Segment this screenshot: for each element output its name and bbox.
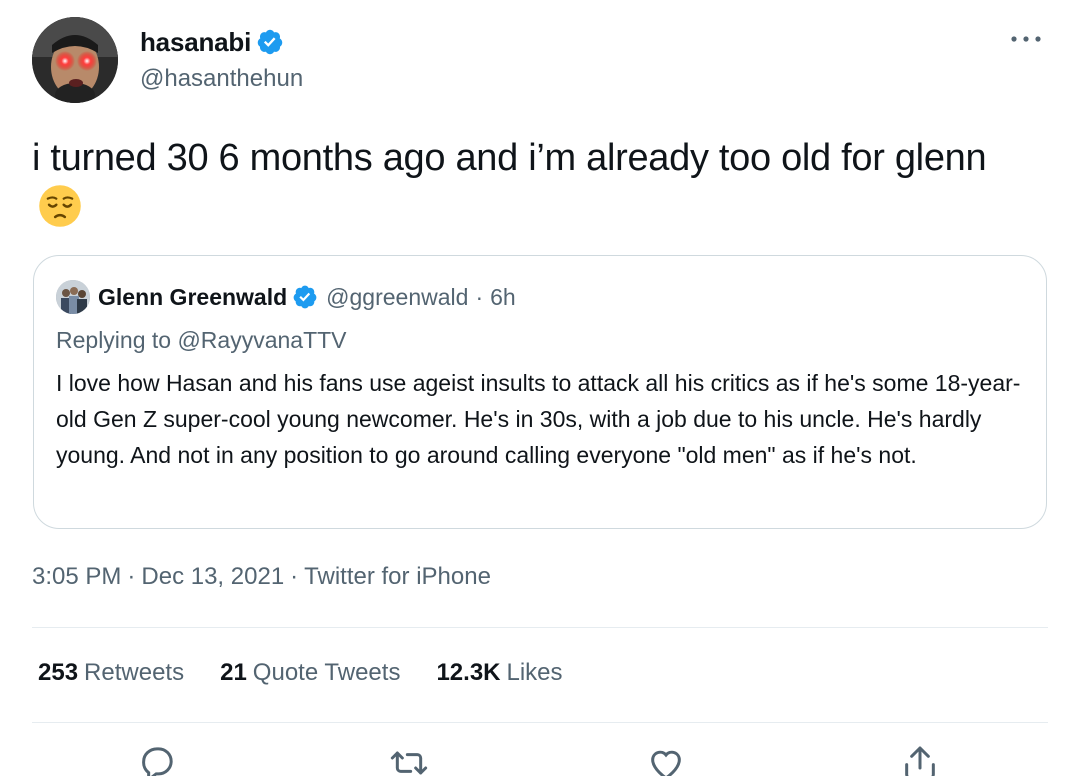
quote-tweets-label: Quote Tweets [252,659,401,686]
quoted-tweet-text: I love how Hasan and his fans use ageist… [56,370,1021,468]
verified-badge-icon [257,29,283,55]
more-icon[interactable] [1006,24,1046,54]
tweet-meta: 3:05 PM · Dec 13, 2021 · Twitter for iPhone [32,563,491,591]
quoted-verified-badge-icon [293,285,317,309]
divider [32,627,1048,628]
like-icon[interactable] [646,743,686,776]
tweet-text-content: i turned 30 6 months ago and i’m already… [32,137,987,179]
quoted-handle: @ggreenwald [326,283,469,310]
avatar[interactable] [32,17,118,103]
quoted-display-name: Glenn Greenwald [98,283,288,310]
retweets-stat[interactable]: 253 Retweets [38,659,184,687]
quote-tweets-stat[interactable]: 21 Quote Tweets [220,659,400,687]
quoted-avatar-image [56,280,90,314]
avatar-image [32,17,118,103]
tweet-stats: 253 Retweets 21 Quote Tweets 12.3K Likes [38,659,599,687]
tweet-time[interactable]: 3:05 PM [32,563,121,590]
tweet-date[interactable]: Dec 13, 2021 [141,563,284,590]
tweet-source[interactable]: Twitter for iPhone [304,563,491,590]
quoted-separator: · [475,283,484,310]
quoted-avatar[interactable] [56,280,90,314]
tweet: hasanabi @hasanthehun i turned 30 6 mont… [0,0,1070,776]
likes-label: Likes [506,659,563,686]
likes-stat[interactable]: 12.3K Likes [436,659,562,687]
author-handle[interactable]: @hasanthehun [140,65,303,93]
likes-count: 12.3K [436,659,501,686]
quoted-time: 6h [490,283,516,310]
divider [32,722,1048,723]
author-display-name[interactable]: hasanabi [140,27,251,58]
retweets-count: 253 [38,659,79,686]
meta-separator: · [290,563,299,590]
display-name-row: hasanabi [140,26,303,58]
meta-separator: · [127,563,136,590]
pensive-face-icon [39,185,81,227]
retweet-icon[interactable] [389,743,429,776]
quoted-tweet-card[interactable]: Glenn Greenwald @ggreenwald · 6h Replyin… [33,255,1047,529]
quoted-tweet-header: Glenn Greenwald @ggreenwald · 6h [56,280,516,314]
replying-to: Replying to @RayyvanaTTV [56,327,347,353]
tweet-text: i turned 30 6 months ago and i’m already… [32,133,1032,233]
quote-tweets-count: 21 [220,659,247,686]
reply-icon[interactable] [137,743,177,776]
share-icon[interactable] [900,743,940,776]
retweets-label: Retweets [84,659,185,686]
author-block: hasanabi @hasanthehun [140,26,303,93]
